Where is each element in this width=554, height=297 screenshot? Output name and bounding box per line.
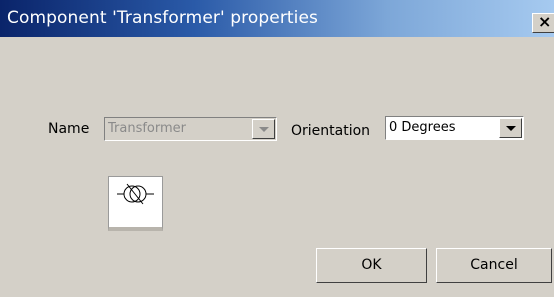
name-combobox[interactable]: Transformer [104,117,277,141]
window-title: Component 'Transformer' properties [7,8,319,28]
name-dropdown-button[interactable] [252,119,275,139]
title-bar[interactable]: Component 'Transformer' properties × [0,0,554,37]
orientation-dropdown-button[interactable] [499,118,522,138]
orientation-label: Orientation [291,123,371,139]
orientation-value: 0 Degrees [389,120,456,135]
ok-button[interactable]: OK [316,248,427,283]
component-preview [108,176,163,231]
name-label: Name [48,121,90,137]
close-icon: × [538,12,552,31]
close-button[interactable]: × [532,12,554,33]
name-value: Transformer [108,121,187,136]
orientation-select[interactable]: 0 Degrees [385,116,524,140]
chevron-down-icon [259,127,269,132]
chevron-down-icon [506,126,516,131]
transformer-symbol-icon [117,183,154,205]
cancel-button[interactable]: Cancel [436,248,552,283]
component-properties-dialog: Component 'Transformer' properties × Nam… [0,0,554,297]
